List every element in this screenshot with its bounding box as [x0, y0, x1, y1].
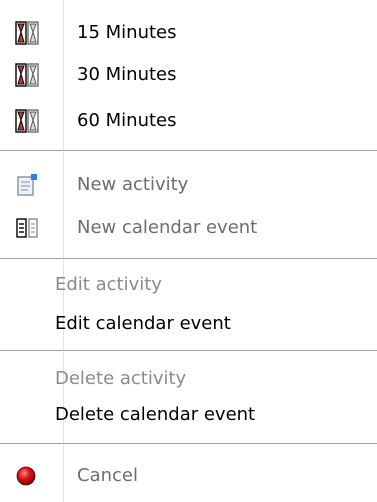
- menu-item-edit-calendar-event[interactable]: Edit calendar event: [0, 302, 377, 346]
- cancel-icon: [16, 466, 36, 486]
- hourglass-icon: [15, 63, 39, 87]
- hourglass-icon: [15, 109, 39, 133]
- menu-item-60-minutes[interactable]: 60 Minutes: [0, 99, 377, 143]
- menu-separator: [0, 350, 377, 352]
- menu-item-30-minutes[interactable]: 30 Minutes: [0, 53, 377, 97]
- menu-item-label: 15 Minutes: [77, 22, 177, 43]
- new-calendar-event-icon: [16, 218, 38, 238]
- hourglass-icon: [15, 21, 39, 45]
- menu-item-label: Cancel: [77, 465, 138, 486]
- menu-item-label: New calendar event: [77, 217, 258, 238]
- menu-item-new-calendar-event[interactable]: New calendar event: [0, 206, 377, 250]
- menu-item-edit-activity[interactable]: Edit activity: [0, 263, 377, 307]
- menu-item-delete-calendar-event[interactable]: Delete calendar event: [0, 393, 377, 437]
- menu-item-label: New activity: [77, 174, 189, 195]
- new-activity-icon: [17, 174, 37, 196]
- menu-item-15-minutes[interactable]: 15 Minutes: [0, 11, 377, 55]
- menu-separator: [0, 258, 377, 260]
- menu-item-label: Edit activity: [55, 274, 162, 295]
- menu-item-label: Edit calendar event: [55, 313, 231, 334]
- menu-item-new-activity[interactable]: New activity: [0, 163, 377, 207]
- menu-item-label: Delete calendar event: [55, 404, 256, 425]
- menu-item-label: 60 Minutes: [77, 110, 177, 131]
- menu-separator: [0, 443, 377, 445]
- menu-separator: [0, 150, 377, 152]
- menu-item-label: 30 Minutes: [77, 64, 177, 85]
- menu-item-cancel[interactable]: Cancel: [0, 454, 377, 498]
- context-menu: 15 Minutes 30 Minutes 60 Minutes New act…: [0, 0, 377, 502]
